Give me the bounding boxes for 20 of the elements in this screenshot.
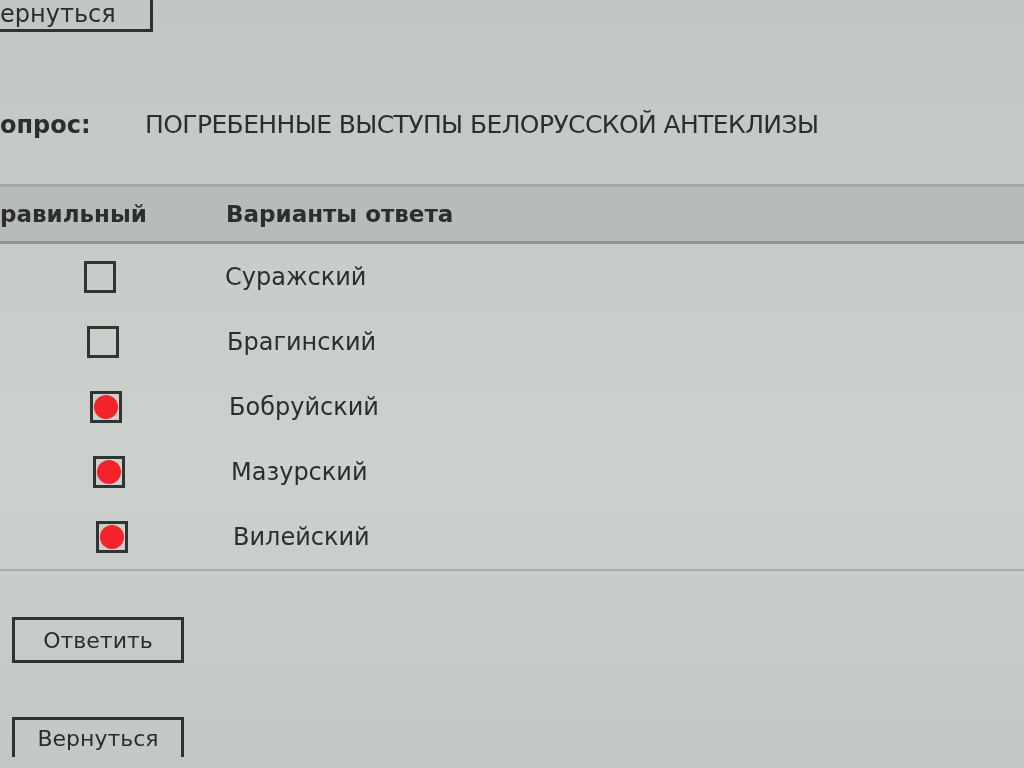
answer-option: Вилейский bbox=[225, 522, 1024, 551]
question-text: ПОГРЕБЕННЫЕ ВЫСТУПЫ БЕЛОРУССКОЙ АНТЕКЛИЗЫ bbox=[145, 110, 819, 139]
dot-icon bbox=[100, 524, 124, 549]
dot-icon bbox=[94, 394, 118, 419]
checkbox[interactable] bbox=[96, 520, 128, 553]
column-header: Варианты ответа bbox=[225, 201, 455, 227]
return-button[interactable]: Вернуться bbox=[12, 717, 184, 757]
answer-option: Суражский bbox=[225, 262, 1024, 291]
answer-option: Мазурский bbox=[225, 457, 1024, 486]
question-label: опрос: bbox=[0, 111, 92, 139]
column-header: равильный bbox=[0, 201, 148, 227]
answer-option: Брагинский bbox=[225, 327, 1024, 356]
checkbox[interactable] bbox=[87, 325, 119, 358]
answer-option: Бобруйский bbox=[225, 392, 1024, 421]
checkbox[interactable] bbox=[84, 260, 116, 293]
dot-icon bbox=[97, 459, 121, 484]
checkbox[interactable] bbox=[90, 390, 122, 423]
back-button[interactable]: ернуться bbox=[0, 0, 153, 32]
answer-button[interactable]: Ответить bbox=[12, 617, 184, 663]
checkbox[interactable] bbox=[93, 455, 125, 488]
